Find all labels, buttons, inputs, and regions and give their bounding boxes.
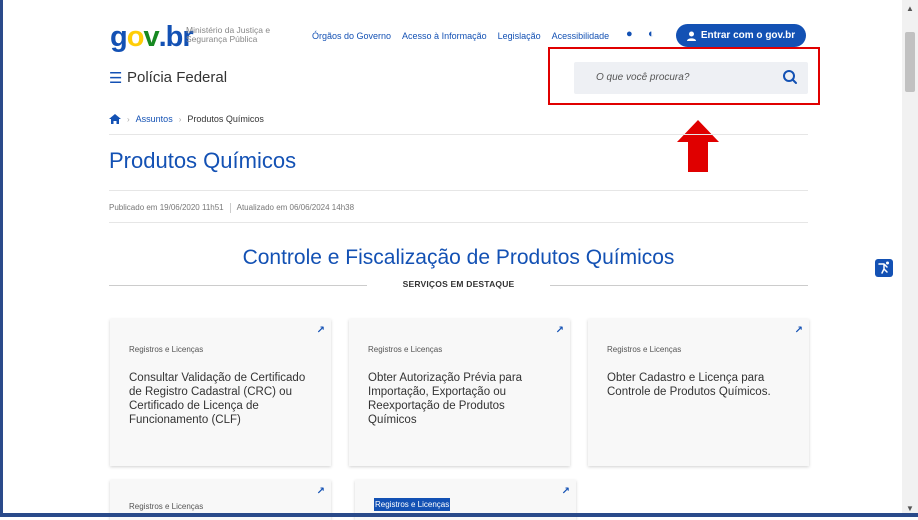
accessibility-button[interactable]: [875, 259, 893, 277]
top-links: Órgãos do Governo Acesso à Informação Le…: [312, 31, 609, 41]
window-top-border: [0, 0, 918, 4]
divider: [109, 190, 808, 191]
external-link-icon: ↗: [794, 325, 803, 336]
section-title: Controle e Fiscalização de Produtos Quím…: [242, 246, 675, 269]
red-up-arrow-annotation: [677, 120, 719, 172]
divider: [550, 285, 808, 286]
user-icon: [686, 31, 696, 41]
link-acessibilidade[interactable]: Acessibilidade: [552, 31, 610, 41]
scroll-thumb[interactable]: [905, 32, 915, 92]
service-card[interactable]: ↗ Registros e Licenças Obter Autorização…: [349, 319, 570, 466]
window-left-border: [0, 0, 3, 517]
contrast-icon[interactable]: ◐: [648, 28, 660, 40]
publication-info: Publicado em 19/06/2020 11h51 Atualizado…: [109, 203, 354, 213]
divider: [109, 134, 808, 135]
service-card[interactable]: ↗ Registros e Licenças Obter Cadastro e …: [588, 319, 809, 466]
section-subtitle: SERVIÇOS EM DESTAQUE: [402, 279, 515, 289]
external-link-icon: ↗: [316, 486, 325, 497]
published-date: Publicado em 19/06/2020 11h51: [109, 203, 224, 212]
cookie-icon[interactable]: ●: [626, 28, 638, 40]
page-title: Produtos Químicos: [109, 148, 297, 173]
card-category: Registros e Licenças: [129, 502, 204, 511]
external-link-icon: ↗: [561, 486, 570, 497]
card-category-selected: Registros e Licenças: [374, 498, 451, 511]
chevron-right-icon: ›: [127, 114, 130, 124]
ministry-name: Ministério da Justiça e Segurança Públic…: [186, 26, 286, 44]
updated-date: Atualizado em 06/06/2024 14h38: [236, 203, 355, 212]
breadcrumb-current: Produtos Químicos: [187, 114, 264, 124]
site-name[interactable]: Polícia Federal: [127, 69, 227, 86]
accessibility-icon: [878, 261, 889, 274]
divider: [229, 203, 231, 213]
card-title: Obter Cadastro e Licença para Controle d…: [607, 372, 771, 398]
breadcrumb: › Assuntos › Produtos Químicos: [109, 114, 264, 124]
link-acesso-informacao[interactable]: Acesso à Informação: [402, 31, 487, 41]
external-link-icon: ↗: [316, 325, 325, 336]
login-label: Entrar com o gov.br: [700, 30, 796, 41]
link-legislacao[interactable]: Legislação: [498, 31, 541, 41]
scroll-up-icon[interactable]: ▲: [902, 0, 918, 16]
search-highlight-annotation: [548, 47, 820, 105]
link-orgaos[interactable]: Órgãos do Governo: [312, 31, 391, 41]
login-button[interactable]: Entrar com o gov.br: [676, 24, 806, 47]
divider: [109, 285, 367, 286]
external-link-icon: ↗: [555, 325, 564, 336]
card-category: Registros e Licenças: [129, 345, 204, 354]
govbr-logo[interactable]: g o v. br: [110, 23, 194, 52]
card-title: Consultar Validação de Certificado de Re…: [129, 372, 306, 426]
card-category: Registros e Licenças: [607, 345, 682, 354]
breadcrumb-assuntos[interactable]: Assuntos: [136, 114, 173, 124]
home-icon[interactable]: [109, 114, 121, 124]
ministry-line-2: Segurança Pública: [186, 34, 258, 44]
chevron-right-icon: ›: [178, 114, 182, 124]
window-bottom-border: [0, 513, 918, 517]
divider: [109, 222, 808, 223]
card-title: Obter Autorização Prévia para Importação…: [368, 372, 523, 426]
service-card[interactable]: ↗ Registros e Licenças Consultar Validaç…: [110, 319, 331, 466]
menu-icon[interactable]: ☰: [109, 69, 122, 87]
card-category: Registros e Licenças: [368, 345, 443, 354]
